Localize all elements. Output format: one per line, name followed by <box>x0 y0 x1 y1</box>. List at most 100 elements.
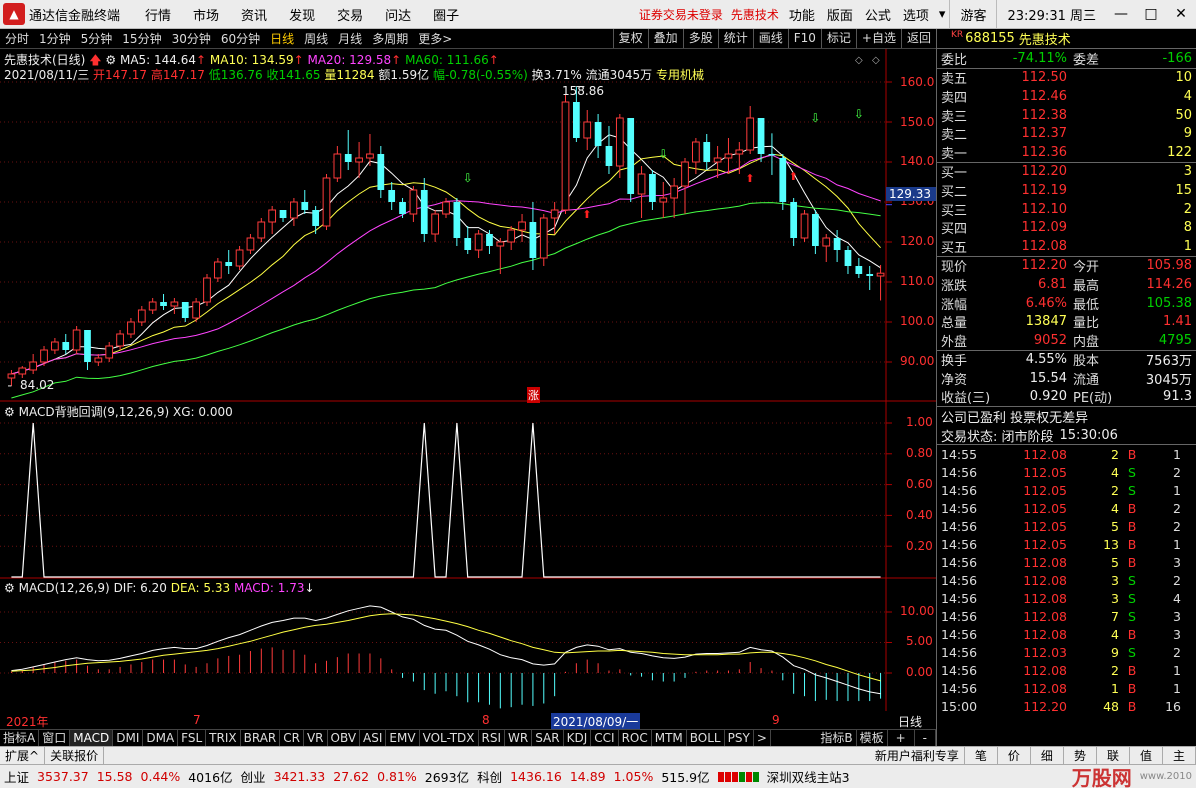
kc-amount: 515.9亿 <box>661 770 710 785</box>
zoom-out-button[interactable]: - <box>915 730 936 746</box>
trade-ticks[interactable]: 14:55 112.08 2 B 1 14:56 112.05 4 S 2 14:56 112.05 2… <box>937 445 1196 715</box>
period-daily[interactable]: 日线 <box>265 30 299 47</box>
period-5min[interactable]: 5分钟 <box>76 30 118 47</box>
indicator-tab[interactable]: EMV <box>386 730 420 746</box>
multi-stock-button[interactable]: 多股 <box>682 29 718 48</box>
indicator-tab[interactable]: CCI <box>591 730 619 746</box>
bid-row[interactable]: 买一 112.20 3 <box>937 163 1196 181</box>
user-box[interactable]: 游客 <box>949 0 996 28</box>
tab-ticks[interactable]: 笔 <box>965 747 998 764</box>
tab-detail[interactable]: 细 <box>1031 747 1064 764</box>
menu-layout[interactable]: 版面 <box>821 5 859 24</box>
indicator-tab[interactable]: BRAR <box>241 730 281 746</box>
menu-news[interactable]: 资讯 <box>230 5 278 24</box>
settings-icon[interactable]: ⚙ <box>4 405 15 419</box>
minimize-icon[interactable]: — <box>1106 6 1136 22</box>
draw-line-button[interactable]: 画线 <box>752 29 788 48</box>
signal-indicator-legend: ⚙ MACD背驰回调(9,12,26,9) XG: 0.000 <box>4 403 233 420</box>
related-quotes-button[interactable]: 关联报价 <box>45 747 105 764</box>
indicator-tab[interactable]: 指标A <box>0 730 40 746</box>
period-multi[interactable]: 多周期 <box>367 30 413 47</box>
menu-function[interactable]: 功能 <box>783 5 821 24</box>
period-more[interactable]: 更多> <box>413 30 457 47</box>
indicator-tab[interactable]: DMA <box>143 730 179 746</box>
chart-canvas[interactable]: ⇩ ⇩ ⇩ ⇩ ⬆ ⬆ ⬆ <box>0 49 936 711</box>
menu-formula[interactable]: 公式 <box>859 5 897 24</box>
menu-circle[interactable]: 圈子 <box>422 5 470 24</box>
settings-icon[interactable]: ⚙ <box>105 53 116 67</box>
zoom-in-button[interactable]: + <box>888 730 915 746</box>
restore-rights-button[interactable]: 复权 <box>612 29 648 48</box>
bid-row[interactable]: 买五 112.08 1 <box>937 237 1196 256</box>
menu-options[interactable]: 选项 <box>897 5 935 24</box>
indicator-tab[interactable]: DMI <box>113 730 144 746</box>
indicator-tab[interactable]: VOL-TDX <box>420 730 479 746</box>
diamond-icon[interactable]: ◇ <box>855 55 863 66</box>
bid-row[interactable]: 买三 112.10 2 <box>937 200 1196 219</box>
ask-label: 卖三 <box>941 109 968 125</box>
diamond-icon-2[interactable]: ◇ <box>872 55 880 66</box>
indicator-tab[interactable]: KDJ <box>564 730 592 746</box>
maximize-icon[interactable]: □ <box>1136 6 1166 22</box>
indicator-tab[interactable]: MTM <box>652 730 687 746</box>
indicator-tab[interactable]: VR <box>304 730 328 746</box>
ask-row[interactable]: 卖一 112.36 122 <box>937 143 1196 162</box>
indicator-tab[interactable]: CR <box>280 730 304 746</box>
indicator-tab[interactable]: ASI <box>360 730 387 746</box>
menu-ask[interactable]: 问达 <box>374 5 422 24</box>
kc-label[interactable]: 科创 <box>473 767 506 786</box>
back-button[interactable]: 返回 <box>900 29 936 48</box>
candle-body <box>322 177 331 227</box>
tab-price[interactable]: 价 <box>998 747 1031 764</box>
add-watchlist-button[interactable]: +自选 <box>855 29 901 48</box>
indicator-tab[interactable]: > <box>754 730 771 746</box>
indicator-tab[interactable]: PSY <box>725 730 754 746</box>
extend-button[interactable]: 扩展^ <box>0 747 46 764</box>
indicator-b-tab[interactable]: 指标B <box>817 730 857 746</box>
login-warning[interactable]: 证券交易未登录 <box>635 6 727 23</box>
indicator-tab[interactable]: ROC <box>619 730 652 746</box>
statistics-button[interactable]: 统计 <box>717 29 753 48</box>
server-name[interactable]: 深圳双线主站3 <box>763 767 854 786</box>
indicator-tab[interactable]: RSI <box>479 730 506 746</box>
ask-row[interactable]: 卖二 112.37 9 <box>937 124 1196 143</box>
overlay-button[interactable]: 叠加 <box>647 29 683 48</box>
period-intraday[interactable]: 分时 <box>0 30 34 47</box>
menu-market[interactable]: 市场 <box>182 5 230 24</box>
menu-quotes[interactable]: 行情 <box>134 5 182 24</box>
indicator-tab[interactable]: BOLL <box>687 730 725 746</box>
mark-button[interactable]: 标记 <box>820 29 856 48</box>
tab-main[interactable]: 主 <box>1163 747 1196 764</box>
menu-trade[interactable]: 交易 <box>326 5 374 24</box>
sh-label[interactable]: 上证 <box>0 767 33 786</box>
period-monthly[interactable]: 月线 <box>333 30 367 47</box>
menu-dropdown-icon[interactable]: ▾ <box>935 7 950 22</box>
menu-discover[interactable]: 发现 <box>278 5 326 24</box>
ask-row[interactable]: 卖五 112.50 10 <box>937 69 1196 87</box>
settings-icon[interactable]: ⚙ <box>4 581 15 595</box>
f10-button[interactable]: F10 <box>787 29 821 48</box>
period-1min[interactable]: 1分钟 <box>34 30 76 47</box>
bid-row[interactable]: 买四 112.09 8 <box>937 218 1196 237</box>
ask-row[interactable]: 卖三 112.38 50 <box>937 106 1196 125</box>
chart-area[interactable]: ⇩ ⇩ ⇩ ⇩ ⬆ ⬆ ⬆ 先惠技术(日线) 🡅 ⚙ MA5: 144.64↑ MA10: … <box>0 49 936 730</box>
indicator-tab[interactable]: MACD <box>70 730 114 746</box>
indicator-tab[interactable]: OBV <box>328 730 361 746</box>
period-weekly[interactable]: 周线 <box>299 30 333 47</box>
indicator-tab[interactable]: TRIX <box>206 730 241 746</box>
new-user-promo[interactable]: 新用户福利专享 <box>870 747 965 764</box>
period-15min[interactable]: 15分钟 <box>117 30 166 47</box>
indicator-tab[interactable]: WR <box>505 730 533 746</box>
template-tab[interactable]: 模板 <box>857 730 888 746</box>
indicator-tab[interactable]: FSL <box>178 730 207 746</box>
bid-row[interactable]: 买二 112.19 15 <box>937 181 1196 200</box>
indicator-tab[interactable]: SAR <box>532 730 564 746</box>
candle-body <box>876 272 885 277</box>
close-icon[interactable]: ✕ <box>1166 6 1196 22</box>
cy-label[interactable]: 创业 <box>237 767 270 786</box>
period-30min[interactable]: 30分钟 <box>167 30 216 47</box>
period-60min[interactable]: 60分钟 <box>216 30 265 47</box>
ask-row[interactable]: 卖四 112.46 4 <box>937 87 1196 106</box>
indicator-tab[interactable]: 窗口 <box>39 730 71 746</box>
app-window: ▲ 通达信金融终端 行情 市场 资讯 发现 交易 问达 圈子 证券交易未登录 先… <box>0 0 1196 788</box>
